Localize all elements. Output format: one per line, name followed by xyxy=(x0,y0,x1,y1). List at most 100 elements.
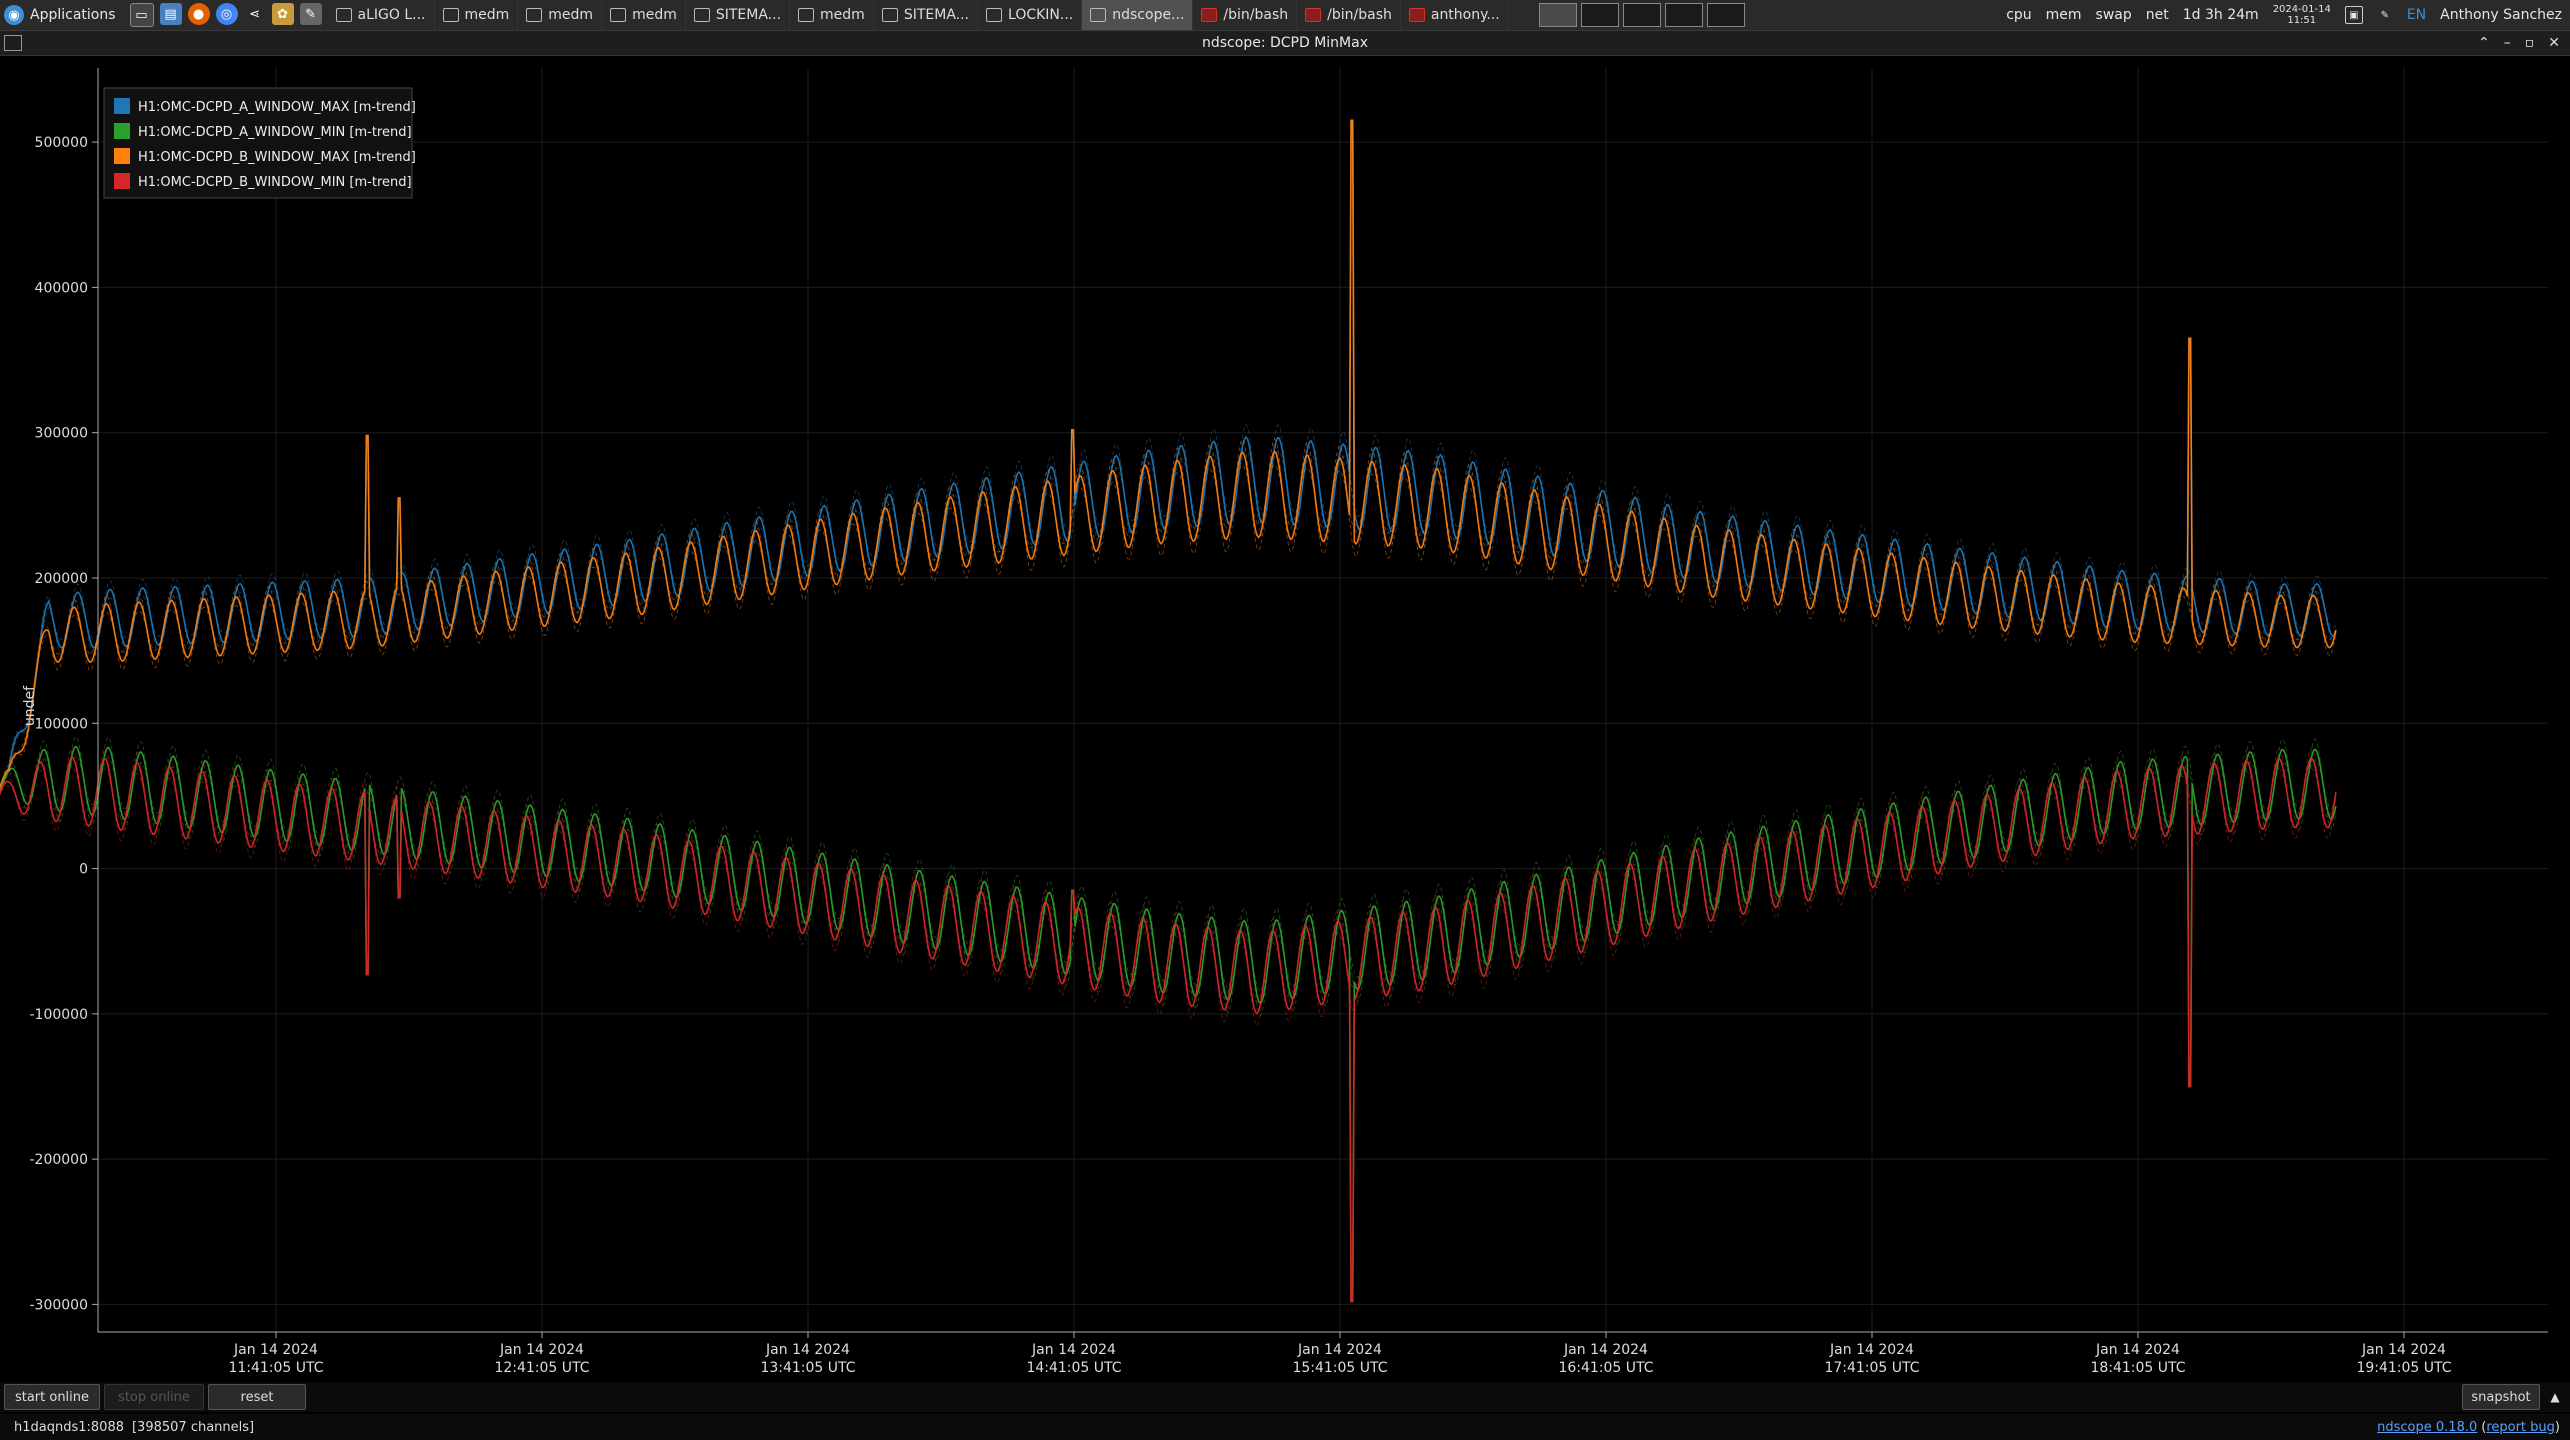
taskbar-item[interactable]: /bin/bash xyxy=(1297,0,1401,30)
editor-icon[interactable]: ✎ xyxy=(299,3,322,25)
close-icon[interactable]: ✕ xyxy=(2548,35,2560,51)
taskbar-item-label: ndscope... xyxy=(1112,7,1185,23)
taskbar-item[interactable]: medm xyxy=(435,0,519,30)
y-tick-label: -200000 xyxy=(30,1152,89,1168)
taskbar-item[interactable]: ndscope... xyxy=(1082,0,1194,30)
workspace-3[interactable] xyxy=(1622,3,1661,27)
legend-swatch xyxy=(114,98,130,114)
window-menu-icon[interactable] xyxy=(4,35,22,51)
file-manager-icon[interactable]: ▤ xyxy=(159,3,182,25)
workspace-5[interactable] xyxy=(1706,3,1745,27)
top-panel: ◉ Applications ▭ ▤ ● ◎ ⋖ ✿ ✎ aLIGO L... m… xyxy=(0,0,2570,31)
reset-button[interactable]: reset xyxy=(208,1384,306,1410)
terminal-icon xyxy=(1305,8,1322,22)
taskbar-item[interactable]: anthony... xyxy=(1401,0,1509,30)
applications-label: Applications xyxy=(30,7,116,23)
control-bar: start online stop online reset snapshot … xyxy=(0,1382,2570,1412)
taskbar-item[interactable]: SITEMA... xyxy=(686,0,791,30)
workspace-4[interactable] xyxy=(1664,3,1703,27)
taskbar-item[interactable]: SITEMA... xyxy=(874,0,979,30)
clock[interactable]: 2024-01-14 11:51 xyxy=(2273,4,2331,26)
x-tick-label-date: Jan 14 2024 xyxy=(2095,1342,2180,1358)
task-list: aLIGO L... medm medm medm SITEMA... medm SITEM… xyxy=(328,0,1509,30)
share-icon[interactable]: ⋖ xyxy=(244,3,266,25)
legend-entry[interactable]: H1:OMC-DCPD_A_WINDOW_MIN [m-trend] xyxy=(138,125,412,140)
x-tick-label-date: Jan 14 2024 xyxy=(1829,1342,1914,1358)
firefox-icon[interactable]: ● xyxy=(187,3,210,25)
taskbar-item[interactable]: LOCKIN... xyxy=(978,0,1083,30)
taskbar-item-label: medm xyxy=(820,7,865,23)
x-tick-label-date: Jan 14 2024 xyxy=(499,1342,584,1358)
y-tick-label: -100000 xyxy=(30,1007,89,1023)
taskbar-item-label: SITEMA... xyxy=(903,7,970,23)
window-icon xyxy=(798,8,815,22)
taskbar-item[interactable]: medm xyxy=(518,0,603,30)
taskbar-item[interactable]: aLIGO L... xyxy=(328,0,435,30)
settings-icon[interactable]: ✿ xyxy=(271,3,294,25)
y-tick-label: 300000 xyxy=(35,426,88,442)
taskbar-item-label: SITEMA... xyxy=(715,7,782,23)
x-tick-label-date: Jan 14 2024 xyxy=(765,1342,850,1358)
applications-menu[interactable]: ◉ Applications xyxy=(0,0,124,30)
user-name[interactable]: Anthony Sanchez xyxy=(2440,7,2562,23)
version-link[interactable]: ndscope 0.18.0 xyxy=(2377,1420,2477,1435)
legend-entry[interactable]: H1:OMC-DCPD_B_WINDOW_MIN [m-trend] xyxy=(138,175,412,190)
maximize-icon[interactable]: ▫ xyxy=(2525,35,2535,51)
taskbar-item[interactable]: medm xyxy=(602,0,686,30)
keyboard-layout[interactable]: EN xyxy=(2407,7,2426,23)
window-titlebar: ndscope: DCPD MinMax ⌃ – ▫ ✕ xyxy=(0,31,2570,56)
monitor-icon xyxy=(986,8,1003,22)
legend[interactable]: H1:OMC-DCPD_A_WINDOW_MAX [m-trend] H1:OMC… xyxy=(103,87,416,199)
shade-icon[interactable]: ⌃ xyxy=(2478,35,2490,51)
plot-background xyxy=(0,56,2570,1380)
plot-area[interactable]: 500000 400000 300000 200000 100000 0 -100000 -2… xyxy=(0,56,2570,1380)
taskbar-item-label: medm xyxy=(548,7,594,23)
taskbar-item[interactable]: medm xyxy=(790,0,874,30)
y-tick-label: 200000 xyxy=(35,571,88,587)
nds-server: h1daqnds1:8088 xyxy=(14,1419,124,1435)
taskbar-item-label: medm xyxy=(464,7,510,23)
monitor-icon xyxy=(881,8,898,22)
cpu-monitor[interactable]: cpu xyxy=(2006,7,2031,23)
y-tick-label: 100000 xyxy=(35,716,88,732)
legend-swatch xyxy=(114,148,130,164)
minimize-icon[interactable]: – xyxy=(2504,35,2511,51)
terminal-icon xyxy=(1201,8,1218,22)
launchers: ▭ ▤ ● ◎ ⋖ ✿ ✎ xyxy=(124,3,328,27)
report-bug-link[interactable]: report bug xyxy=(2486,1420,2555,1435)
x-tick-label-date: Jan 14 2024 xyxy=(2361,1342,2446,1358)
swap-monitor[interactable]: swap xyxy=(2096,7,2132,23)
taskbar-item-label: /bin/bash xyxy=(1327,7,1392,23)
network-icon[interactable]: ✎ xyxy=(2377,7,2393,23)
window-icon xyxy=(442,8,459,22)
net-monitor[interactable]: net xyxy=(2146,7,2169,23)
workspace-2[interactable] xyxy=(1580,3,1619,27)
clipboard-icon[interactable]: ▣ xyxy=(2344,6,2363,24)
chromium-icon[interactable]: ◎ xyxy=(215,3,238,25)
clock-date: 2024-01-14 xyxy=(2272,4,2331,15)
legend-entry[interactable]: H1:OMC-DCPD_A_WINDOW_MAX [m-trend] xyxy=(138,100,416,115)
status-bar: h1daqnds1:8088 [398507 channels] ndscope… xyxy=(0,1414,2570,1440)
stop-online-button[interactable]: stop online xyxy=(104,1384,204,1410)
system-tray: cpu mem swap net 1d 3h 24m 2024-01-14 11… xyxy=(2006,4,2570,26)
window-icon xyxy=(526,8,543,22)
taskbar-item-label: LOCKIN... xyxy=(1008,7,1074,23)
window-icon xyxy=(610,8,627,22)
start-online-button[interactable]: start online xyxy=(4,1384,100,1410)
legend-swatch xyxy=(114,123,130,139)
window-icon xyxy=(1090,8,1107,22)
expand-icon[interactable]: ▲ xyxy=(2540,1390,2570,1404)
terminal-icon[interactable]: ▭ xyxy=(129,3,154,27)
y-tick-label: 400000 xyxy=(35,280,88,296)
taskbar-item-label: medm xyxy=(632,7,677,23)
y-tick-label: 0 xyxy=(79,862,88,878)
legend-entry[interactable]: H1:OMC-DCPD_B_WINDOW_MAX [m-trend] xyxy=(138,150,416,165)
mem-monitor[interactable]: mem xyxy=(2046,7,2082,23)
workspace-1[interactable] xyxy=(1538,3,1577,27)
x-tick-label-date: Jan 14 2024 xyxy=(1031,1342,1116,1358)
taskbar-item[interactable]: /bin/bash xyxy=(1193,0,1298,30)
snapshot-button[interactable]: snapshot xyxy=(2462,1384,2540,1410)
distro-logo-icon: ◉ xyxy=(4,5,24,25)
monitor-icon xyxy=(693,8,710,22)
taskbar-item-label: anthony... xyxy=(1430,7,1500,23)
